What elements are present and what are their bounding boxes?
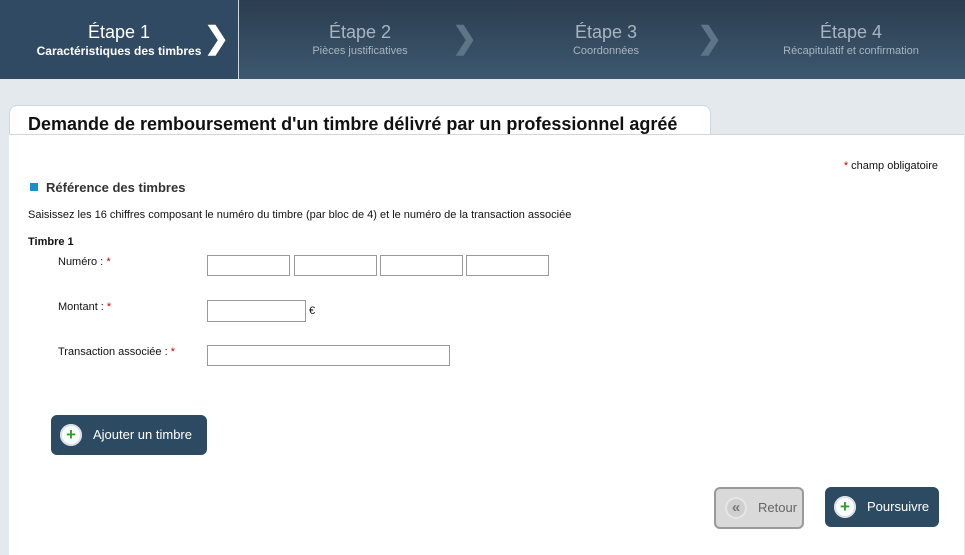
back-button[interactable]: « Retour xyxy=(714,487,804,529)
back-button-label: Retour xyxy=(758,500,798,515)
chevron-right-icon: ❯ xyxy=(204,22,230,55)
chevron-right-icon: ❯ xyxy=(452,22,478,55)
transaction-label-text: Transaction associée : xyxy=(58,346,168,358)
numero-block-2-input[interactable] xyxy=(294,255,377,276)
step-4: Étape 4 Récapitulatif et confirmation xyxy=(731,0,965,79)
page-title-tab: Demande de remboursement d'un timbre dél… xyxy=(9,105,711,136)
step-2: Étape 2 Pièces justificatives xyxy=(240,0,480,79)
required-note: * champ obligatoire xyxy=(844,160,938,172)
stamp-title: Timbre 1 xyxy=(28,236,74,248)
plus-icon: + xyxy=(60,424,82,446)
required-star: * xyxy=(106,301,112,313)
transaction-input[interactable] xyxy=(207,345,450,366)
step-4-number: Étape 4 xyxy=(819,22,883,42)
step-3: Étape 3 Coordonnées xyxy=(486,0,726,79)
plus-icon: + xyxy=(834,496,856,518)
continue-button[interactable]: + Poursuivre xyxy=(825,487,939,527)
section-title: Référence des timbres xyxy=(30,180,185,195)
continue-button-label: Poursuivre xyxy=(867,499,930,514)
numero-block-1-input[interactable] xyxy=(207,255,290,276)
required-star: * xyxy=(106,256,111,268)
intro-text: Saisissez les 16 chiffres composant le n… xyxy=(28,209,572,221)
montant-label: Montant : * xyxy=(58,301,111,313)
montant-input[interactable] xyxy=(207,300,306,322)
step-2-number: Étape 2 xyxy=(328,22,392,42)
chevron-right-icon: ❯ xyxy=(697,22,723,55)
step-1-label: Caractéristiques des timbres xyxy=(36,44,202,58)
step-4-label: Récapitulatif et confirmation xyxy=(783,45,919,57)
numero-label-text: Numéro : xyxy=(58,256,104,268)
step-2-label: Pièces justificatives xyxy=(312,45,408,57)
step-3-label: Coordonnées xyxy=(572,45,640,57)
numero-label: Numéro : * xyxy=(58,256,111,268)
numero-block-3-input[interactable] xyxy=(380,255,463,276)
form-panel: * champ obligatoire Référence des timbre… xyxy=(9,134,964,555)
page-title: Demande de remboursement d'un timbre dél… xyxy=(28,114,678,134)
add-stamp-button[interactable]: + Ajouter un timbre xyxy=(51,415,207,455)
section-title-text: Référence des timbres xyxy=(46,180,186,195)
montant-label-text: Montant : xyxy=(58,301,104,313)
currency-symbol: € xyxy=(309,305,316,317)
step-bar: Étape 1 Caractéristiques des timbres ❯ É… xyxy=(0,0,965,79)
add-stamp-button-label: Ajouter un timbre xyxy=(93,427,192,442)
numero-block-4-input[interactable] xyxy=(466,255,549,276)
step-3-number: Étape 3 xyxy=(574,22,638,42)
required-star: * xyxy=(843,160,849,172)
required-star: * xyxy=(170,346,175,358)
step-1-number: Étape 1 xyxy=(87,22,151,42)
square-bullet-icon xyxy=(30,183,38,191)
transaction-label: Transaction associée : * xyxy=(58,346,175,358)
double-chevron-left-icon: « xyxy=(725,497,747,519)
required-note-text: champ obligatoire xyxy=(851,160,938,172)
